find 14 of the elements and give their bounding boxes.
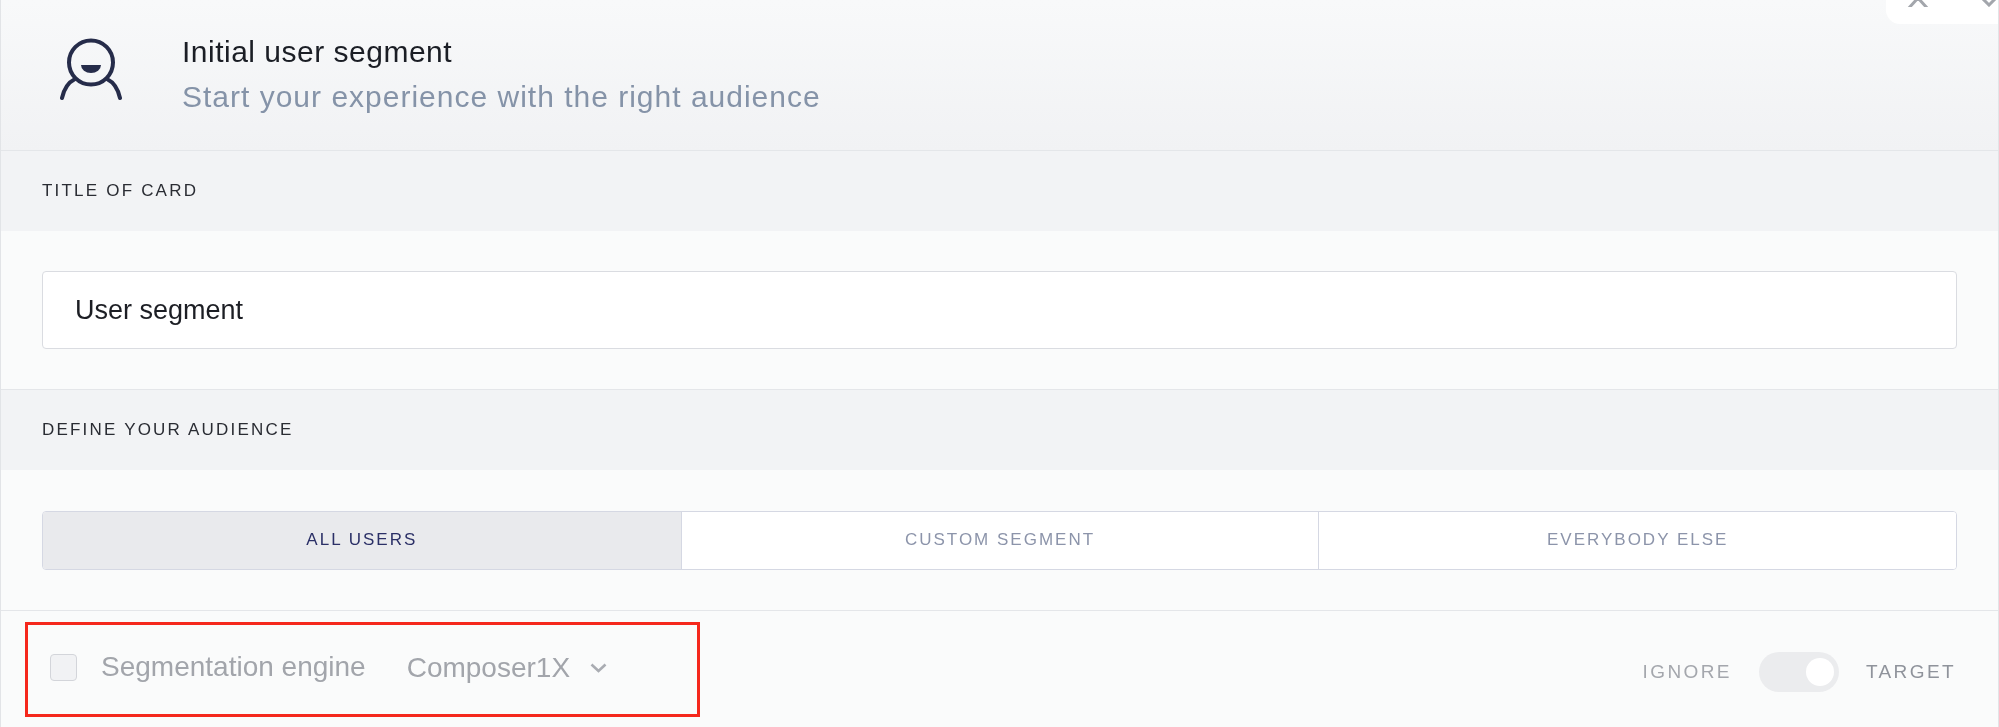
ignore-label: IGNORE <box>1642 661 1732 683</box>
section-heading: TITLE OF CARD <box>42 181 199 201</box>
target-label: TARGET <box>1865 661 1956 683</box>
close-icon[interactable] <box>1906 0 1930 7</box>
chevron-icon[interactable] <box>1981 0 1997 7</box>
card-subtitle: Start your experience with the right audience <box>182 78 821 115</box>
engine-label: Segmentation engine <box>101 651 366 683</box>
chevron-down-icon <box>590 663 608 673</box>
card-title: Initial user segment <box>182 33 454 70</box>
audience-option[interactable]: EVERYBODY ELSE <box>1318 511 1956 569</box>
section-heading: DEFINE YOUR AUDIENCE <box>42 420 294 440</box>
audience-option[interactable]: ALL USERS <box>43 511 681 569</box>
title-input[interactable]: User segment <box>42 271 1957 349</box>
user-icon <box>60 37 122 100</box>
